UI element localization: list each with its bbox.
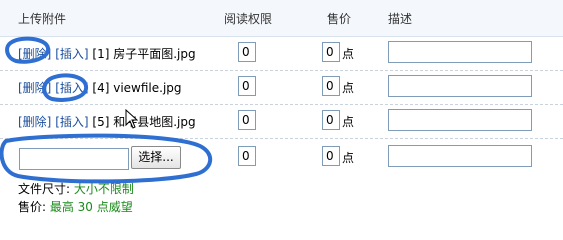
- description-input[interactable]: [388, 75, 532, 97]
- attachment-filename: [4] viewfile.jpg: [92, 81, 182, 95]
- header-price: 售价: [327, 12, 352, 26]
- attachment-row-1: [删除] [插入] [1] 房子平面图.jpg 0 0 点: [0, 36, 563, 71]
- header-read-permission: 阅读权限: [224, 12, 273, 26]
- file-size-info: 文件尺寸: 大小不限制: [18, 180, 134, 197]
- delete-link[interactable]: [删除]: [18, 115, 51, 129]
- new-read-permission-input[interactable]: 0: [238, 146, 256, 166]
- attachment-filename: [5] 和平县地图.jpg: [92, 115, 196, 129]
- description-input[interactable]: [388, 41, 532, 63]
- new-price-input[interactable]: 0: [322, 146, 340, 166]
- price-unit: 点: [342, 81, 355, 95]
- read-permission-input[interactable]: 0: [238, 42, 256, 62]
- price-input[interactable]: 0: [322, 76, 340, 96]
- read-permission-input[interactable]: 0: [238, 76, 256, 96]
- header-attachments: 上传附件: [18, 12, 67, 26]
- new-price-unit: 点: [342, 151, 355, 165]
- price-info-value: 最高 30 点威望: [49, 200, 133, 214]
- price-unit: 点: [342, 47, 355, 61]
- price-input[interactable]: 0: [322, 42, 340, 62]
- insert-link[interactable]: [插入]: [55, 115, 88, 129]
- file-size-label: 文件尺寸:: [18, 182, 74, 196]
- attachment-filename: [1] 房子平面图.jpg: [92, 47, 196, 61]
- mouse-cursor-icon: [125, 109, 139, 129]
- read-permission-input[interactable]: 0: [238, 110, 256, 130]
- attachment-row-3: [删除] [插入] [5] 和平县地图.jpg 0 0 点: [0, 104, 563, 139]
- price-unit: 点: [342, 115, 355, 129]
- file-path-input[interactable]: [19, 148, 129, 170]
- price-info-label: 售价:: [18, 200, 50, 214]
- price-input[interactable]: 0: [322, 110, 340, 130]
- insert-link[interactable]: [插入]: [55, 47, 88, 61]
- description-input[interactable]: [388, 109, 532, 131]
- browse-button[interactable]: 选择...: [131, 146, 181, 169]
- file-size-value: 大小不限制: [73, 182, 134, 196]
- new-description-input[interactable]: [388, 145, 532, 167]
- delete-link[interactable]: [删除]: [18, 47, 51, 61]
- header-description: 描述: [388, 12, 413, 26]
- attachment-row-2: [删除] [插入] [4] viewfile.jpg 0 0 点: [0, 70, 563, 105]
- price-info: 售价: 最高 30 点威望: [18, 198, 133, 215]
- attachment-table-header: 上传附件 阅读权限 售价 描述: [0, 0, 563, 37]
- insert-link[interactable]: [插入]: [55, 81, 88, 95]
- delete-link[interactable]: [删除]: [18, 81, 51, 95]
